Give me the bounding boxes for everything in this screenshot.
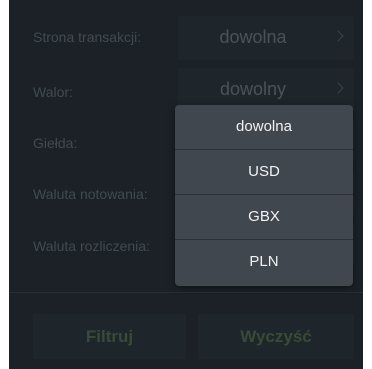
settlement-currency-label: Waluta rozliczenia: <box>33 238 150 254</box>
quote-currency-label: Waluta notowania: <box>33 186 148 202</box>
footer-divider <box>9 292 363 293</box>
dropdown-option-gbx[interactable]: GBX <box>175 195 353 240</box>
transaction-side-value: dowolna <box>219 27 287 47</box>
clear-button[interactable]: Wyczyść <box>198 314 354 359</box>
filter-button[interactable]: Filtruj <box>33 314 186 359</box>
security-value: dowolny <box>219 79 287 99</box>
exchange-label: Giełda: <box>33 135 78 151</box>
dropdown-option-usd[interactable]: USD <box>175 150 353 195</box>
chevron-right-icon <box>332 82 344 94</box>
filter-screen: Strona transakcji: dowolna Walor: dowoln… <box>9 0 363 369</box>
chevron-right-icon <box>332 30 344 42</box>
security-label: Walor: <box>33 84 73 100</box>
dropdown-option-pln[interactable]: PLN <box>175 240 353 284</box>
transaction-side-label: Strona transakcji: <box>33 29 142 45</box>
transaction-side-selector[interactable]: dowolna <box>178 16 354 60</box>
exchange-dropdown: dowolna USD GBX PLN <box>175 105 353 286</box>
dropdown-option-any[interactable]: dowolna <box>175 105 353 150</box>
